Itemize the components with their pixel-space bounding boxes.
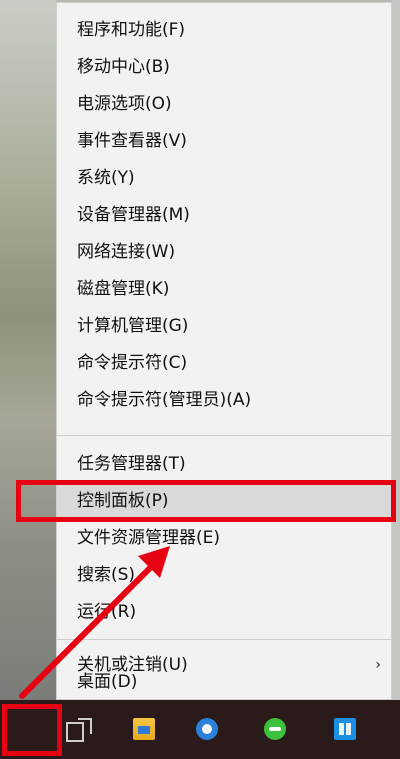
store-icon[interactable] — [334, 718, 356, 740]
menu-item-disk-management[interactable]: 磁盘管理(K) — [57, 272, 391, 306]
menu-item-mobility-center[interactable]: 移动中心(B) — [57, 50, 391, 84]
winx-context-menu: 程序和功能(F) 移动中心(B) 电源选项(O) 事件查看器(V) 系统(Y) … — [56, 2, 392, 700]
desktop-background — [0, 0, 56, 700]
menu-item-device-manager[interactable]: 设备管理器(M) — [57, 198, 391, 232]
file-explorer-icon[interactable] — [133, 718, 155, 740]
menu-item-search[interactable]: 搜索(S) — [57, 558, 391, 592]
browser-icon[interactable] — [196, 718, 218, 740]
menu-item-programs-features[interactable]: 程序和功能(F) — [57, 13, 391, 47]
menu-divider — [57, 639, 391, 640]
desktop-screen: 程序和功能(F) 移动中心(B) 电源选项(O) 事件查看器(V) 系统(Y) … — [0, 0, 400, 759]
menu-item-network-connections[interactable]: 网络连接(W) — [57, 235, 391, 269]
desktop-background-right — [392, 0, 400, 700]
wechat-icon[interactable] — [264, 718, 286, 740]
menu-item-file-explorer[interactable]: 文件资源管理器(E) — [57, 521, 391, 555]
menu-item-run[interactable]: 运行(R) — [57, 595, 391, 629]
menu-item-power-options[interactable]: 电源选项(O) — [57, 87, 391, 121]
menu-item-desktop[interactable]: 桌面(D) — [57, 665, 391, 699]
annotation-box-start-button — [2, 704, 62, 756]
annotation-box-control-panel — [16, 480, 396, 522]
menu-item-system[interactable]: 系统(Y) — [57, 161, 391, 195]
menu-item-event-viewer[interactable]: 事件查看器(V) — [57, 124, 391, 158]
menu-item-task-manager[interactable]: 任务管理器(T) — [57, 447, 391, 481]
menu-item-computer-management[interactable]: 计算机管理(G) — [57, 309, 391, 343]
menu-divider — [57, 435, 391, 436]
menu-item-command-prompt[interactable]: 命令提示符(C) — [57, 346, 391, 380]
menu-item-command-prompt-admin[interactable]: 命令提示符(管理员)(A) — [57, 383, 391, 417]
task-view-icon[interactable] — [66, 718, 92, 742]
